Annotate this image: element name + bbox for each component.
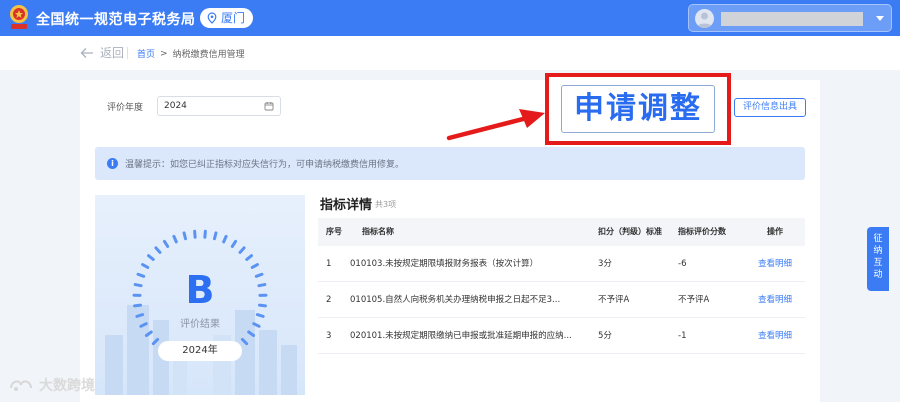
eval-info-issue-button[interactable]: 评价信息出具 (734, 98, 806, 117)
side-button-char: 动 (873, 270, 883, 280)
detail-title: 指标详情 (320, 198, 373, 213)
city-name: 厦门 (221, 11, 246, 25)
row-index: 2 (326, 295, 332, 305)
arrow-left-icon (80, 47, 93, 58)
column-header: 指标评价分数 (678, 227, 726, 236)
watermark-text: 大数跨境 (39, 378, 95, 394)
dial-tick (222, 234, 228, 244)
apply-adjust-button[interactable]: 申请调整 (561, 85, 715, 133)
indicator-name: 010105.自然人向税务机关办理纳税申报之日起不足3... (350, 295, 561, 305)
table-header: 序号 指标名称 扣分（判级）标准 指标评价分数 操作 (318, 218, 805, 246)
credit-grade: B (185, 268, 215, 312)
tip-text: 温馨提示：如您已纠正指标对应失信行为，可申请纳税缴费信用修复。 (125, 160, 405, 170)
table-row: 2 010105.自然人向税务机关办理纳税申报之日起不足3... 不予评A 不予… (318, 282, 805, 318)
dial-tick (245, 254, 253, 261)
dial-tick (247, 330, 256, 338)
column-header: 操作 (767, 227, 783, 236)
dial-tick (230, 239, 238, 248)
breadcrumb: 首页 > 纳税缴费信用管理 (137, 47, 245, 61)
top-header: 全国统一规范电子税务局 厦门 (0, 0, 900, 36)
breadcrumb-bar: 返回 首页 > 纳税缴费信用管理 (0, 36, 900, 70)
avatar (695, 9, 714, 28)
view-detail-link[interactable]: 查看明细 (758, 246, 792, 282)
indicator-score: 不予评A (678, 295, 710, 305)
interaction-side-button[interactable]: 征 纳 互 动 (867, 227, 889, 291)
indicator-table: 序号 指标名称 扣分（判级）标准 指标评价分数 操作 1 010103.未按规定… (318, 218, 805, 354)
apply-adjust-label: 申请调整 (574, 91, 702, 126)
indicator-score: -1 (678, 331, 687, 341)
table-row: 3 020101.未按规定期限缴纳已申报或批准延期申报的应纳... 5分 -1 … (318, 318, 805, 354)
credit-result-panel: B 评价结果 (95, 195, 305, 395)
dial-tick (212, 231, 218, 241)
back-label: 返回 (100, 46, 125, 60)
breadcrumb-separator: > (160, 48, 168, 59)
column-header: 指标名称 (362, 227, 394, 236)
user-name-redacted (721, 12, 863, 26)
column-header: 序号 (326, 227, 342, 236)
table-row: 1 010103.未按规定期限填报财务报表（按次计算） 3分 -6 查看明细 (318, 246, 805, 282)
dial-tick (147, 254, 155, 261)
annotation-highlight-box: 申请调整 (545, 73, 731, 145)
dial-tick (144, 330, 153, 338)
column-header: 扣分（判级）标准 (598, 227, 662, 236)
side-button-char: 纳 (873, 246, 883, 256)
side-button-char: 互 (873, 258, 883, 268)
dial-tick (172, 234, 178, 244)
detail-count: 共3项 (375, 200, 397, 209)
divider (127, 47, 128, 59)
user-menu[interactable] (688, 4, 892, 32)
row-index: 3 (326, 331, 332, 341)
deduction-standard: 不予评A (598, 295, 630, 305)
dial-tick (182, 231, 188, 241)
site-title: 全国统一规范电子税务局 (36, 12, 196, 28)
watermark-logo-icon (10, 380, 32, 391)
city-selector[interactable]: 厦门 (200, 8, 254, 28)
tip-bar: i 温馨提示：如您已纠正指标对应失信行为，可申请纳税缴费信用修复。 (95, 147, 805, 180)
deduction-standard: 3分 (598, 259, 612, 269)
result-year-badge: 2024年 (158, 341, 242, 361)
view-detail-link[interactable]: 查看明细 (758, 282, 792, 318)
dial-tick (154, 246, 162, 254)
year-picker-value: 2024 (164, 101, 187, 111)
row-index: 1 (326, 259, 332, 269)
calendar-icon (264, 102, 274, 111)
indicator-score: -6 (678, 259, 687, 269)
indicator-name: 020101.未按规定期限缴纳已申报或批准延期申报的应纳... (350, 331, 572, 341)
tax-emblem-icon (10, 5, 28, 29)
dial-tick (162, 239, 170, 248)
user-avatar-icon (697, 12, 712, 28)
dial-tick (151, 337, 160, 346)
view-detail-link[interactable]: 查看明细 (758, 318, 792, 354)
year-filter-label: 评价年度 (107, 103, 144, 113)
breadcrumb-home[interactable]: 首页 (137, 47, 155, 60)
caret-down-icon (876, 16, 884, 21)
watermark: 大数跨境 (8, 375, 95, 395)
dial-tick (238, 246, 246, 254)
info-icon: i (107, 158, 118, 169)
back-button[interactable]: 返回 (80, 44, 124, 61)
side-button-char: 征 (873, 234, 883, 244)
indicator-name: 010103.未按规定期限填报财务报表（按次计算） (350, 259, 539, 269)
year-picker[interactable]: 2024 (157, 96, 281, 116)
dial-tick (240, 337, 249, 346)
red-arrow-annotation-icon (446, 109, 545, 141)
deduction-standard: 5分 (598, 331, 612, 341)
credit-grade-label: 评价结果 (180, 319, 220, 330)
location-pin-icon (207, 12, 217, 24)
breadcrumb-current: 纳税缴费信用管理 (172, 50, 245, 60)
